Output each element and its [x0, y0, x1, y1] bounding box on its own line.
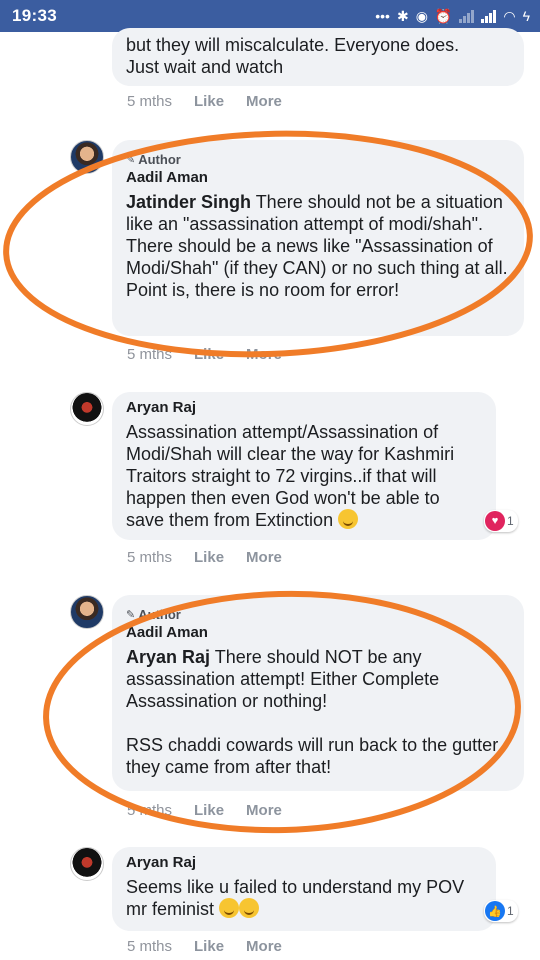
comment-timestamp: 5 mths — [127, 549, 173, 566]
more-button[interactable]: More — [246, 346, 282, 363]
like-button[interactable]: Like — [194, 938, 224, 955]
more-button[interactable]: More — [246, 549, 282, 566]
more-button[interactable]: More — [246, 938, 282, 955]
avatar[interactable] — [70, 847, 104, 881]
comment-bubble: ✎ Author Aadil Aman Aryan Raj There shoul… — [112, 595, 524, 791]
comment-text: Aryan Raj There should NOT be any assass… — [126, 646, 510, 778]
author-icon: ✎ — [126, 609, 136, 621]
bluetooth-icon: ✱ — [396, 7, 409, 24]
reaction-badge[interactable]: ♥ 1 — [484, 510, 518, 532]
avatar[interactable] — [70, 392, 104, 426]
like-button[interactable]: Like — [194, 802, 224, 819]
author-label: Author — [138, 607, 181, 622]
comment-text: Jatinder Singh There should not be a sit… — [126, 191, 510, 301]
alarm-icon: ⏰ — [434, 7, 453, 24]
wifi-icon: ◠ — [503, 7, 516, 24]
comment-text: Seems like u failed to understand my POV… — [126, 876, 482, 920]
charging-icon: ϟ — [522, 8, 530, 24]
toggle-icon: ◉ — [415, 7, 428, 24]
love-reaction-icon: ♥ — [485, 511, 505, 531]
more-button[interactable]: More — [246, 93, 282, 110]
reaction-badge[interactable]: 👍 1 — [484, 900, 518, 922]
like-button[interactable]: Like — [194, 549, 224, 566]
mention-link[interactable]: Aryan Raj — [126, 647, 210, 667]
reaction-count: 1 — [507, 904, 514, 918]
more-button[interactable]: More — [246, 802, 282, 819]
comment-text: Assassination attempt/Assassination of M… — [126, 421, 482, 531]
comment-actions: 5 mths Like More — [127, 802, 282, 819]
more-dots-icon: ••• — [375, 8, 390, 24]
avatar[interactable] — [70, 140, 104, 174]
comment-body: Seems like u failed to understand my POV… — [126, 877, 465, 919]
laughing-emoji-icon — [219, 898, 240, 918]
comment-timestamp: 5 mths — [127, 93, 173, 110]
comment-body: Assassination attempt/Assassination of M… — [126, 422, 455, 530]
comment-bubble: Aryan Raj Seems like u failed to underst… — [112, 847, 496, 931]
mention-link[interactable]: Jatinder Singh — [126, 192, 251, 212]
signal-icon — [481, 9, 497, 23]
author-icon: ✎ — [126, 154, 136, 166]
like-reaction-icon: 👍 — [485, 901, 505, 921]
avatar[interactable] — [70, 595, 104, 629]
comment-actions: 5 mths Like More — [127, 549, 282, 566]
comment-actions: 5 mths Like More — [127, 346, 282, 363]
comment-timestamp: 5 mths — [127, 346, 173, 363]
reaction-count: 1 — [507, 514, 514, 528]
comment-bubble: Aryan Raj Assassination attempt/Assassin… — [112, 392, 496, 540]
author-badge: ✎ Author — [126, 607, 510, 623]
laughing-emoji-icon — [239, 898, 260, 918]
like-button[interactable]: Like — [194, 346, 224, 363]
commenter-name[interactable]: Aryan Raj — [126, 853, 482, 873]
author-label: Author — [138, 152, 181, 167]
commenter-name[interactable]: Aadil Aman — [126, 168, 510, 188]
comment-timestamp: 5 mths — [127, 802, 173, 819]
comment-text: but they will miscalculate. Everyone doe… — [126, 35, 460, 77]
comment-actions: 5 mths Like More — [127, 938, 282, 955]
status-time: 19:33 — [12, 6, 57, 25]
like-button[interactable]: Like — [194, 93, 224, 110]
author-badge: ✎ Author — [126, 152, 510, 168]
comment-timestamp: 5 mths — [127, 938, 173, 955]
comment-actions: 5 mths Like More — [127, 93, 282, 110]
comment-bubble: ✎ Author Aadil Aman Jatinder Singh There … — [112, 140, 524, 336]
commenter-name[interactable]: Aadil Aman — [126, 623, 510, 643]
status-icons: ••• ✱ ◉ ⏰ ◠ ϟ — [375, 8, 530, 25]
comment-bubble: but they will miscalculate. Everyone doe… — [112, 28, 524, 86]
signal-icon — [459, 9, 475, 23]
smile-emoji-icon — [338, 509, 359, 529]
commenter-name[interactable]: Aryan Raj — [126, 398, 482, 418]
